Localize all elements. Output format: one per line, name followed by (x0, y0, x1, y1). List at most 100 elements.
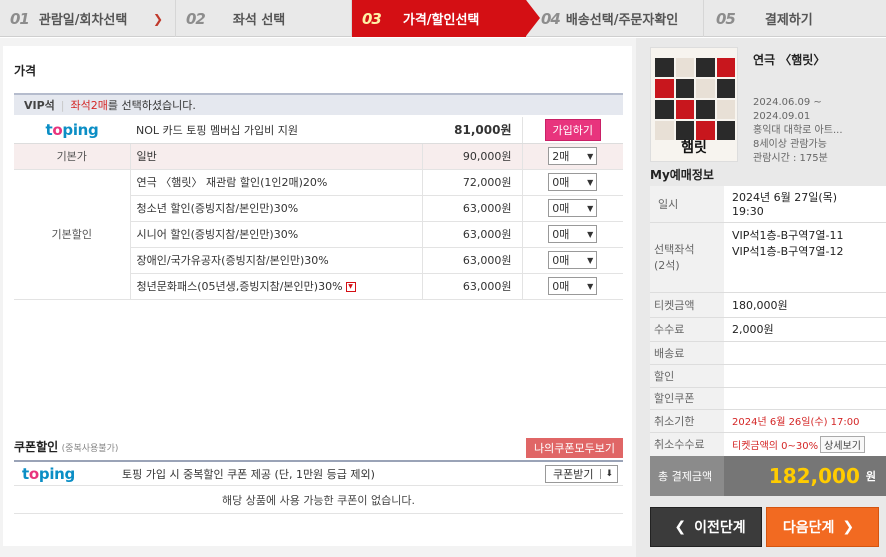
basic-qty-value: 2매 (552, 150, 570, 163)
next-step-label: 다음단계 (782, 520, 835, 536)
step-5-number: 05 (716, 9, 736, 28)
booking-key: 선택좌석 (2석) (650, 222, 724, 293)
booking-key: 할인 (650, 364, 724, 388)
discount-qty-select[interactable]: 0매 ▼ (548, 199, 598, 217)
price-section-title: 가격 (14, 64, 37, 78)
toping-logo: toping (14, 117, 130, 144)
booking-value (724, 364, 886, 388)
show-title: 연극 〈햄릿〉 (753, 53, 826, 67)
chevron-down-icon: ▼ (587, 281, 594, 291)
show-period-end: 2024.09.01 (753, 111, 811, 122)
member-row: toping NOL 카드 토핑 멤버십 가입비 지원 81,000원 가입하기 (14, 117, 623, 144)
member-row-name: NOL 카드 토핑 멤버십 가입비 지원 (130, 117, 422, 144)
basic-amount: 90,000원 (421, 143, 522, 170)
total-amount: 182,000 (768, 464, 860, 488)
discount-qty-select[interactable]: 0매 ▼ (548, 251, 598, 269)
poster-art (655, 58, 735, 140)
chevron-left-icon: ❮ (674, 519, 687, 535)
toping-logo: toping (22, 464, 75, 483)
step-3-number: 03 (362, 9, 382, 28)
chevron-down-icon: ▼ (587, 151, 594, 161)
discount-name: 청년문화패스(05년생,증빙지참/본인만)30% (136, 280, 343, 293)
step-2-label: 좌석 선택 (232, 13, 286, 28)
discount-qty-value: 0매 (552, 254, 570, 267)
coupon-title: 쿠폰할인 (14, 440, 59, 454)
booking-row: 배송료 (650, 341, 886, 365)
booking-value: VIP석1층-B구역7열-11 VIP석1층-B구역7열-12 (724, 222, 886, 293)
booking-key: 일시 (650, 186, 724, 223)
booking-row: 티켓금액 180,000원 (650, 292, 886, 318)
discount-qty-value: 0매 (552, 176, 570, 189)
step-2[interactable]: 02 좌석 선택 (176, 0, 352, 37)
chevron-down-icon: ▼ (587, 255, 594, 265)
prev-step-label: 이전단계 (694, 520, 746, 536)
chevron-down-icon: ▼ (587, 229, 594, 239)
coupon-download-label: 쿠폰받기 (552, 467, 594, 481)
coupon-download-button[interactable]: 쿠폰받기 ⬇ (544, 464, 618, 483)
show-age: 8세이상 관람가능 (753, 139, 827, 150)
booking-value: 2,000원 (724, 317, 886, 342)
booking-key: 취소수수료 (650, 432, 724, 457)
total-unit: 원 (865, 470, 876, 483)
next-step-button[interactable]: 다음단계 ❯ (766, 507, 879, 547)
booking-info-title: My예매정보 (650, 168, 714, 182)
basic-qty-select[interactable]: 2매 ▼ (548, 147, 598, 165)
chevron-right-icon: ❯ (152, 12, 163, 26)
seat-grade-bar: VIP석 | 좌석 2매 를 선택하셨습니다. (14, 93, 623, 115)
booking-key: 수수료 (650, 317, 724, 342)
show-period: 2024.06.09 ~ (753, 97, 822, 108)
price-panel: 가격 VIP석 | 좌석 2매 를 선택하셨습니다. toping NOL 카드 … (3, 46, 632, 546)
booking-row: 할인 (650, 364, 886, 388)
coupon-desc: 토핑 가입 시 중복할인 쿠폰 제공 (단, 1만원 등급 제외) (122, 467, 375, 481)
step-2-number: 02 (186, 9, 206, 28)
step-navigation: 01 관람일/회차선택 ❯ 02 좌석 선택 03 가격/할인선택 04 배송선… (0, 0, 886, 37)
member-row-amount: 81,000원 (422, 117, 522, 144)
chevron-right-icon: ❯ (842, 519, 855, 535)
show-poster: 햄릿 (650, 47, 738, 162)
booking-info-table: 일시 2024년 6월 27일(목) 19:30 선택좌석 (2석) VIP석1층-… (650, 186, 886, 457)
show-runtime: 관람시간 : 175분 (753, 153, 828, 164)
step-5-label: 결제하기 (764, 13, 813, 28)
poster-title: 햄릿 (681, 140, 707, 156)
step-4-label: 배송선택/주문자확인 (565, 13, 679, 28)
discount-qty-select[interactable]: 0매 ▼ (548, 173, 598, 191)
coupon-header: 쿠폰할인 (중복사용불가) 나의쿠폰모두보기 (14, 438, 623, 458)
step-1[interactable]: 01 관람일/회차선택 ❯ (0, 0, 176, 37)
prev-step-button[interactable]: ❮ 이전단계 (650, 507, 762, 547)
download-icon: ⬇ (600, 468, 617, 479)
detail-button[interactable]: 상세보기 (820, 435, 865, 453)
discount-qty-select[interactable]: 0매 ▼ (548, 277, 598, 295)
total-payment: 총 결제금액 182,000 원 (650, 456, 886, 496)
step-4-number: 04 (541, 9, 561, 28)
discount-amount: 63,000원 (421, 247, 522, 274)
chevron-down-icon: ▼ (587, 203, 594, 213)
show-venue: 홍익대 대학로 아트... (753, 125, 843, 136)
step-3-label: 가격/할인선택 (402, 13, 480, 28)
discount-category: 기본할인 (14, 169, 131, 300)
booking-row: 취소수수료 티켓금액의 0~30% 상세보기 (650, 432, 886, 457)
divider: | (60, 98, 65, 112)
booking-row: 선택좌석 (2석) VIP석1층-B구역7열-11 VIP석1층-B구역7열-12 (650, 222, 886, 293)
booking-key: 배송료 (650, 341, 724, 365)
join-button[interactable]: 가입하기 (544, 118, 601, 141)
discount-amount: 63,000원 (421, 221, 522, 248)
step-3-active[interactable]: 03 가격/할인선택 (352, 0, 540, 37)
price-table: toping NOL 카드 토핑 멤버십 가입비 지원 81,000원 가입하기… (14, 117, 623, 300)
seat-suffix: 를 선택하셨습니다. (107, 99, 196, 112)
no-coupon-message: 해당 상품에 사용 가능한 쿠폰이 없습니다. (14, 488, 623, 514)
expand-more-icon[interactable]: ▼ (345, 282, 356, 292)
step-4[interactable]: 04 배송선택/주문자확인 (527, 0, 704, 37)
seat-grade: VIP석 (24, 99, 55, 112)
basic-name: 일반 (130, 143, 422, 170)
discount-name: 장애인/국가유공자(증빙지참/본인만)30% (130, 247, 422, 274)
booking-value (724, 387, 886, 410)
booking-value: 180,000원 (724, 292, 886, 318)
discount-qty-select[interactable]: 0매 ▼ (548, 225, 598, 243)
cancel-fee: 티켓금액의 0~30% 상세보기 (724, 432, 886, 457)
booking-sidebar: 햄릿 연극 〈햄릿〉 2024.06.09 ~ 2024.09.01 홍익대 대… (636, 38, 886, 557)
my-coupons-button[interactable]: 나의쿠폰모두보기 (526, 438, 623, 458)
step-5[interactable]: 05 결제하기 (704, 0, 886, 37)
booking-key: 티켓금액 (650, 292, 724, 318)
discount-qty-value: 0매 (552, 202, 570, 215)
booking-row: 일시 2024년 6월 27일(목) 19:30 (650, 186, 886, 223)
